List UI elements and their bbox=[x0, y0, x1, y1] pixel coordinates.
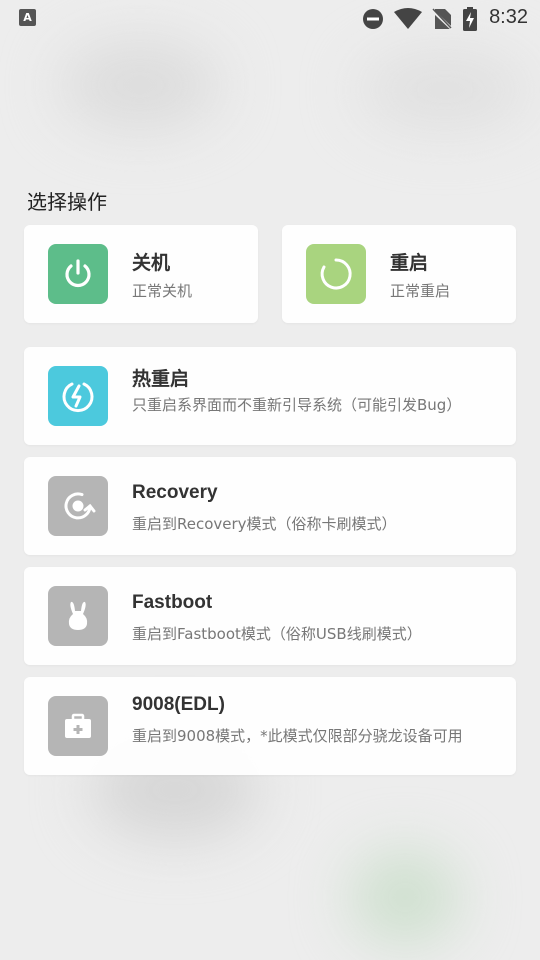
card-description: 正常关机 bbox=[132, 282, 193, 300]
status-bar: A 8:32 bbox=[0, 0, 540, 36]
card-title: Fastboot bbox=[132, 592, 213, 613]
edl-card[interactable]: 9008(EDL) 重启到9008模式，*此模式仅限部分骁龙设备可用 bbox=[24, 677, 516, 775]
card-title: Recovery bbox=[132, 482, 218, 503]
no-sim-icon bbox=[432, 8, 452, 30]
clock: 8:32 bbox=[489, 6, 528, 28]
a-icon: A bbox=[19, 9, 36, 26]
power-off-card[interactable]: 关机 正常关机 bbox=[24, 225, 258, 323]
fastboot-card[interactable]: Fastboot 重启到Fastboot模式（俗称USB线刷模式） bbox=[24, 567, 516, 665]
card-description: 只重启系界面而不重新引导系统（可能引发Bug） bbox=[132, 396, 462, 414]
section-title: 选择操作 bbox=[27, 190, 107, 214]
restart-icon bbox=[306, 244, 366, 304]
card-title: 关机 bbox=[132, 253, 171, 274]
card-description: 重启到9008模式，*此模式仅限部分骁龙设备可用 bbox=[132, 727, 463, 745]
card-title: 9008(EDL) bbox=[132, 694, 225, 715]
fastboot-icon bbox=[48, 586, 108, 646]
recovery-card[interactable]: Recovery 重启到Recovery模式（俗称卡刷模式） bbox=[24, 457, 516, 555]
card-description: 正常重启 bbox=[390, 282, 451, 300]
dnd-icon bbox=[363, 9, 383, 29]
power-icon bbox=[48, 244, 108, 304]
wifi-icon bbox=[394, 8, 422, 29]
hot-restart-icon bbox=[48, 366, 108, 426]
toolbox-icon bbox=[48, 696, 108, 756]
card-title: 热重启 bbox=[132, 369, 190, 390]
card-description: 重启到Fastboot模式（俗称USB线刷模式） bbox=[132, 625, 422, 643]
battery-charging-icon bbox=[463, 7, 477, 31]
restart-card[interactable]: 重启 正常重启 bbox=[282, 225, 516, 323]
card-title: 重启 bbox=[390, 253, 429, 274]
hot-restart-card[interactable]: 热重启 只重启系界面而不重新引导系统（可能引发Bug） bbox=[24, 347, 516, 445]
recovery-icon bbox=[48, 476, 108, 536]
card-description: 重启到Recovery模式（俗称卡刷模式） bbox=[132, 515, 397, 533]
